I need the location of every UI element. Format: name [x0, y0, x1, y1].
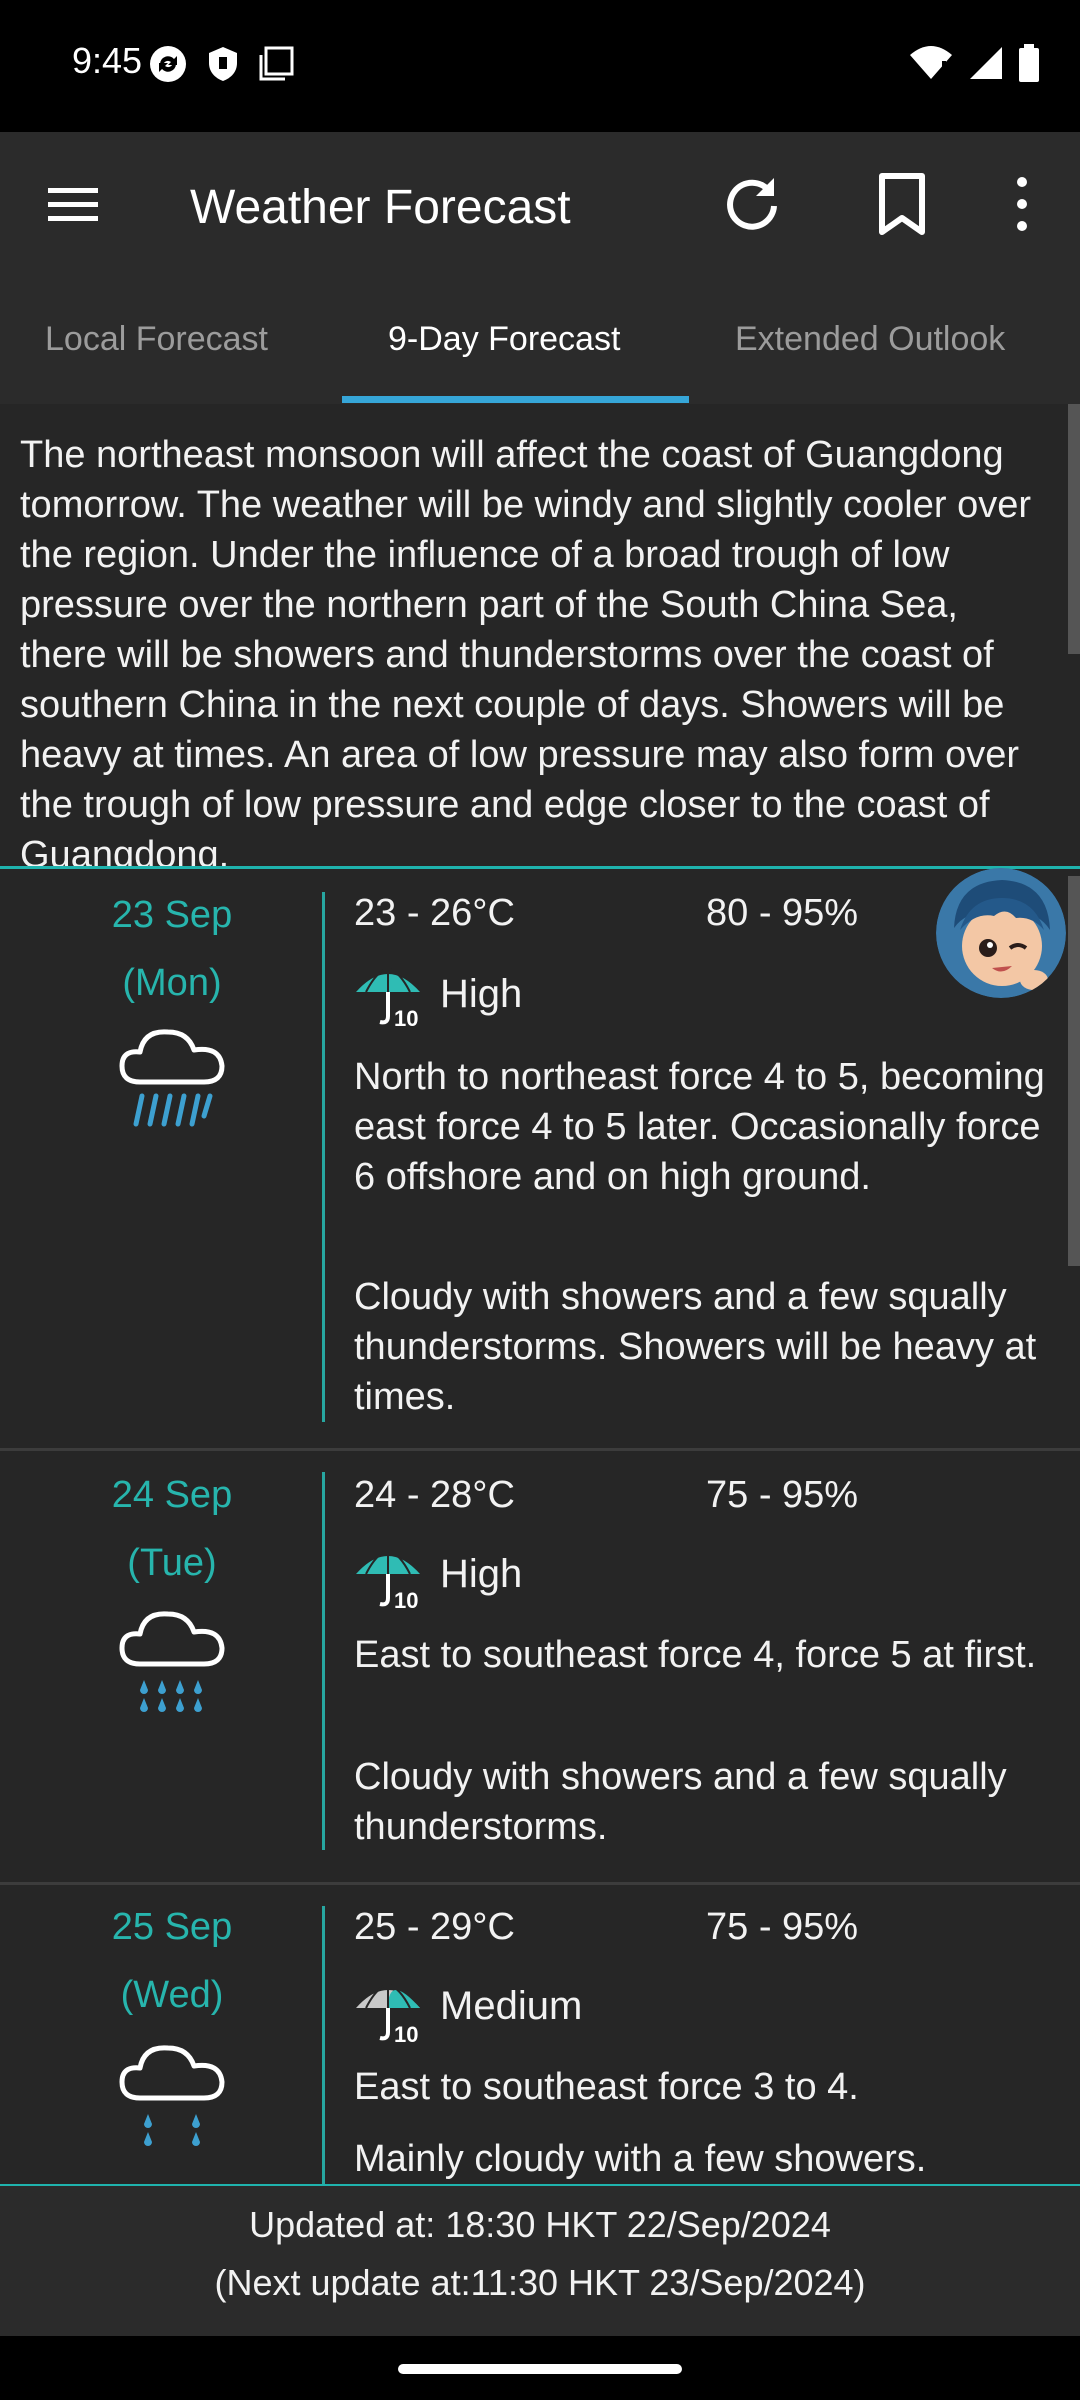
- umbrella-icon: 10: [356, 966, 420, 1030]
- situation-scrollbar[interactable]: [1068, 404, 1080, 654]
- temperature-range: 23 - 26°C: [354, 892, 515, 934]
- wifi-icon: [910, 46, 952, 79]
- wind-description: East to southeast force 3 to 4.: [354, 2066, 859, 2108]
- humidity-range: 80 - 95%: [706, 892, 859, 934]
- tab-9-day-forecast[interactable]: 9-Day Forecast: [388, 320, 620, 359]
- wind-description: North to northeast force 4 to 5, becomin…: [354, 1056, 1045, 1198]
- forecast-weekday: (Mon): [122, 962, 222, 1004]
- refresh-icon[interactable]: [720, 172, 784, 236]
- updated-at-text: Updated at: 18:30 HKT 22/Sep/2024: [249, 2204, 831, 2245]
- active-tab-indicator: [342, 396, 689, 403]
- day-divider: [322, 892, 325, 1422]
- shield-icon: [209, 47, 237, 81]
- more-options-icon[interactable]: [1004, 172, 1040, 236]
- section-divider: [0, 866, 1080, 869]
- app-bar: Weather Forecast: [0, 132, 1080, 280]
- day-divider: [322, 1906, 325, 2185]
- update-footer: Updated at: 18:30 HKT 22/Sep/2024 (Next …: [0, 2186, 1080, 2336]
- forecast-day: 24 Sep (Tue) 24 - 28°C 75 - 95% 10 High …: [0, 1452, 1080, 1882]
- weather-description: Mainly cloudy with a few showers.: [354, 2138, 927, 2180]
- wind-description: East to southeast force 4, force 5 at fi…: [354, 1634, 1037, 1676]
- forecast-weekday: (Tue): [127, 1542, 217, 1584]
- screenshot-icon: [259, 46, 294, 81]
- battery-icon: [1019, 44, 1039, 82]
- next-update-text: (Next update at:11:30 HKT 23/Sep/2024): [214, 2262, 866, 2303]
- precipitation-probability: Medium: [440, 1984, 583, 2028]
- svg-text:10: 10: [394, 1588, 418, 1612]
- row-separator: [0, 1882, 1080, 1885]
- tab-extended-outlook[interactable]: Extended Outlook: [735, 320, 1005, 359]
- humidity-range: 75 - 95%: [706, 1474, 859, 1516]
- forecast-day: 25 Sep (Wed) 25 - 29°C 75 - 95% 10 Mediu…: [0, 1886, 1080, 2185]
- general-situation-text: The northeast monsoon will affect the co…: [20, 434, 1031, 866]
- tab-local-forecast[interactable]: Local Forecast: [45, 320, 268, 359]
- menu-icon[interactable]: [46, 176, 102, 232]
- home-indicator[interactable]: [398, 2364, 682, 2374]
- umbrella-icon: 10: [356, 1548, 420, 1612]
- humidity-range: 75 - 95%: [706, 1906, 859, 1948]
- temperature-range: 24 - 28°C: [354, 1474, 515, 1516]
- svg-text:10: 10: [394, 2022, 418, 2046]
- status-time: 9:45: [72, 40, 143, 81]
- light-rain-icon: [119, 2045, 225, 2146]
- weather-description: Cloudy with showers and a few squally th…: [354, 1276, 1037, 1418]
- temperature-range: 25 - 29°C: [354, 1906, 515, 1948]
- umbrella-icon: 10: [356, 1982, 420, 2046]
- precipitation-probability: High: [440, 972, 523, 1016]
- sync-icon: [150, 46, 186, 82]
- forecast-scrollbar[interactable]: [1068, 876, 1080, 1266]
- forecast-date: 23 Sep: [111, 894, 233, 936]
- forecast-date: 24 Sep: [111, 1474, 233, 1516]
- forecast-weekday: (Wed): [120, 1974, 224, 2016]
- row-separator: [0, 1448, 1080, 1451]
- forecast-day: 23 Sep (Mon) 23 - 26°C 80 - 95% 10 High …: [0, 870, 1080, 1450]
- svg-text:10: 10: [394, 1006, 418, 1030]
- forecast-list[interactable]: 23 Sep (Mon) 23 - 26°C 80 - 95% 10 High …: [0, 870, 1080, 2185]
- signal-icon: [970, 47, 1002, 79]
- status-bar: 9:45: [0, 0, 1080, 132]
- forecast-date: 25 Sep: [111, 1906, 233, 1948]
- showers-icon: [119, 1611, 225, 1712]
- app-title: Weather Forecast: [190, 181, 571, 234]
- bookmark-icon[interactable]: [870, 172, 934, 236]
- precipitation-probability: High: [440, 1552, 523, 1596]
- general-situation-panel[interactable]: The northeast monsoon will affect the co…: [0, 404, 1080, 866]
- tab-bar: Local Forecast 9-Day Forecast Extended O…: [0, 280, 1080, 404]
- day-divider: [322, 1472, 325, 1850]
- weather-description: Cloudy with showers and a few squally th…: [354, 1756, 1007, 1848]
- assistant-avatar[interactable]: [936, 868, 1066, 998]
- heavy-rain-icon: [119, 1029, 225, 1127]
